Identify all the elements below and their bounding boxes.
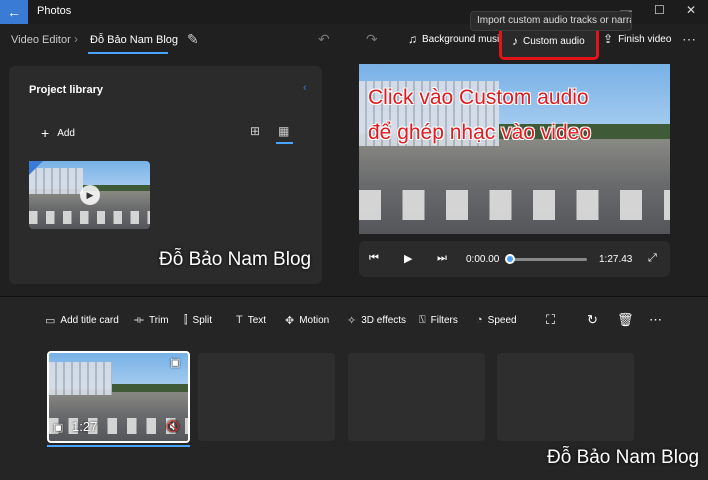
split-icon: ⫿ [184, 314, 188, 326]
3d-effects-label: 3D effects [361, 315, 407, 326]
added-marker [29, 161, 43, 175]
undo-button[interactable]: ↶ [318, 31, 330, 48]
back-button[interactable]: ← [0, 0, 28, 24]
collapse-library-button[interactable]: ‹ [303, 82, 307, 94]
custom-audio-label: Custom audio [523, 35, 585, 47]
clip-select-checkbox[interactable]: ▣ [170, 356, 180, 369]
watermark-library: Đỗ Bảo Nam Blog [159, 249, 312, 270]
title-card-icon: ▭ [45, 315, 56, 327]
tooltip: Import custom audio tracks or narration [470, 11, 632, 31]
redo-button[interactable]: ↷ [366, 31, 378, 48]
text-icon: T [236, 314, 243, 326]
rotate-button[interactable]: ↻ [587, 312, 598, 328]
play-icon: ▶ [404, 253, 413, 265]
add-title-card-label: Add title card [60, 315, 119, 326]
trim-label: Trim [148, 315, 169, 326]
watermark-storyboard: Đỗ Bảo Nam Blog [547, 447, 700, 468]
music-note-icon: ♫ [408, 32, 417, 46]
view-small-grid-button[interactable]: ▦ [278, 124, 289, 138]
next-frame-button[interactable]: ⏭ [437, 252, 447, 265]
close-button[interactable]: ✕ [686, 3, 696, 17]
sparkle-icon: ✧ [347, 315, 357, 327]
video-clip-icon: ▣ [53, 422, 64, 434]
custom-audio-button[interactable]: ♪ Custom audio [512, 34, 585, 48]
annotation-line-1: Click vào Custom audio [368, 86, 589, 109]
play-icon: ▶ [80, 185, 100, 205]
trim-button[interactable]: ⟛ Trim [134, 314, 169, 327]
crop-button[interactable]: ⛶ [546, 312, 555, 328]
undo-icon: ↶ [318, 31, 330, 47]
skip-forward-icon: ⏭ [437, 252, 447, 264]
add-title-card-button[interactable]: ▭ Add title card [45, 314, 119, 327]
finish-video-button[interactable]: ⇪ Finish video [603, 32, 671, 46]
3d-effects-button[interactable]: ✧ 3D effects [347, 314, 406, 327]
split-button[interactable]: ⫿ Split [184, 314, 212, 327]
finish-video-label: Finish video [618, 33, 672, 45]
app-title: Photos [37, 5, 72, 17]
chevron-left-icon: ‹ [303, 82, 307, 94]
add-label: Add [57, 127, 75, 139]
speedometer-icon: ◔ [476, 314, 483, 326]
play-button[interactable]: ▶ [404, 252, 412, 265]
seek-slider[interactable] [510, 258, 587, 261]
expand-icon: ⤢ [648, 252, 657, 264]
more-options-button[interactable]: ⋯ [682, 31, 696, 48]
annotation-line-2: để ghép nhạc vào video [368, 121, 592, 144]
grid-large-icon: ⊞ [250, 124, 261, 138]
add-media-button[interactable]: + Add [41, 125, 75, 141]
rotate-icon: ↻ [587, 312, 598, 327]
audio-person-icon: ♪ [512, 34, 518, 48]
text-label: Text [247, 314, 267, 326]
view-large-grid-button[interactable]: ⊞ [250, 124, 260, 138]
skip-back-icon: ⏮ [369, 252, 379, 264]
clip-duration: 1:27 [72, 419, 98, 434]
view-selected-indicator [276, 142, 293, 144]
delete-button[interactable]: 🗑 [617, 312, 634, 328]
project-library-title: Project library [29, 84, 103, 96]
motion-label: Motion [299, 315, 330, 326]
filters-button[interactable]: ⍂ Filters [419, 314, 458, 327]
maximize-button[interactable]: ☐ [654, 3, 665, 17]
checkbox-icon: ▣ [170, 357, 181, 369]
plus-icon: + [41, 125, 50, 141]
total-time: 1:27.43 [599, 254, 633, 265]
arrow-left-icon: ← [7, 4, 21, 20]
motion-icon: ✥ [285, 315, 295, 327]
clip-selected-indicator [47, 445, 190, 447]
filters-label: Filters [430, 315, 458, 326]
redo-icon: ↷ [366, 31, 378, 47]
previous-frame-button[interactable]: ⏮ [369, 252, 379, 265]
background-music-label: Background music [422, 33, 505, 45]
maximize-icon: ☐ [654, 3, 665, 17]
ellipsis-icon: ⋯ [649, 312, 662, 327]
split-label: Split [192, 315, 212, 326]
rename-button[interactable]: ✎ [187, 31, 199, 48]
background-music-button[interactable]: ♫ Background music [408, 32, 504, 46]
breadcrumb-video-editor[interactable]: Video Editor [11, 34, 71, 46]
close-icon: ✕ [686, 3, 697, 17]
fullscreen-button[interactable]: ⤢ [648, 252, 657, 265]
filter-icon: ⍂ [419, 314, 426, 326]
storyboard-empty-slot [198, 353, 335, 441]
text-button[interactable]: T Text [236, 314, 266, 326]
current-time: 0:00.00 [466, 254, 500, 265]
crop-icon: ⛶ [546, 312, 556, 327]
seek-slider-thumb[interactable] [505, 254, 515, 264]
storyboard-empty-slot [497, 353, 634, 441]
speed-label: Speed [487, 314, 517, 326]
trim-icon: ⟛ [134, 314, 144, 326]
ellipsis-icon: ⋯ [682, 31, 696, 47]
grid-small-icon: ▦ [278, 124, 290, 138]
export-icon: ⇪ [603, 32, 614, 46]
storyboard-empty-slot [348, 353, 485, 441]
pencil-icon: ✎ [187, 31, 199, 47]
project-name-underline [88, 52, 168, 54]
more-tools-button[interactable]: ⋯ [649, 312, 662, 328]
speed-button[interactable]: ◔ Speed [476, 314, 517, 326]
trash-icon: 🗑 [617, 312, 634, 327]
project-name[interactable]: Đỗ Bảo Nam Blog [90, 34, 178, 46]
motion-button[interactable]: ✥ Motion [285, 314, 329, 327]
chevron-right-icon: › [74, 32, 78, 46]
muted-speaker-icon[interactable]: 🔇 [166, 420, 180, 433]
